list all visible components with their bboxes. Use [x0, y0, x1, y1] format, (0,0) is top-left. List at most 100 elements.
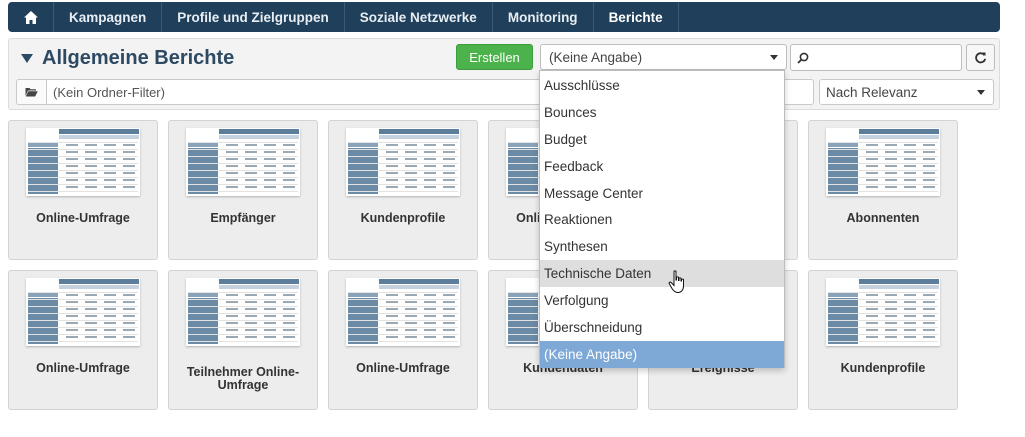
thumbnail-table-part: [904, 329, 916, 331]
thumbnail-table-part: [85, 315, 97, 317]
create-button[interactable]: Erstellen: [456, 44, 533, 70]
thumbnail-table-part: [866, 186, 878, 188]
report-thumbnail: [346, 278, 460, 346]
thumbnail-table-part: [828, 306, 938, 307]
thumbnail-table-part: [443, 308, 455, 310]
thumbnail-table-part: [188, 148, 218, 194]
thumbnail-table-part: [859, 279, 939, 284]
thumbnail-table-part: [66, 144, 78, 146]
category-select[interactable]: (Keine Angabe): [540, 44, 787, 70]
thumbnail-table-part: [283, 294, 295, 296]
search-input[interactable]: [790, 44, 962, 71]
report-card[interactable]: Kundenprofile: [328, 120, 478, 260]
thumbnail-table-part: [923, 144, 935, 146]
nav-item-berichte[interactable]: Berichte: [594, 2, 679, 32]
refresh-button[interactable]: [966, 44, 995, 71]
thumbnail-table-part: [283, 165, 295, 167]
thumbnail-table-part: [424, 336, 436, 338]
folder-button[interactable]: [16, 79, 46, 105]
sort-select-value: Nach Relevanz: [826, 84, 918, 100]
report-card-label: Teilnehmer Online-Umfrage: [186, 365, 300, 392]
report-card[interactable]: Teilnehmer Online-Umfrage: [168, 270, 318, 410]
thumbnail-table-part: [386, 186, 398, 188]
thumbnail-table-part: [188, 177, 298, 178]
thumbnail-table-part: [348, 327, 458, 328]
dropdown-option[interactable]: Reaktionen: [540, 206, 784, 233]
thumbnail-table-part: [28, 320, 138, 321]
nav-item-soziale-netzwerke[interactable]: Soziale Netzwerke: [345, 2, 493, 32]
thumbnail-table-part: [508, 298, 538, 344]
report-card[interactable]: Online-Umfrage: [328, 270, 478, 410]
thumbnail-table-part: [904, 144, 916, 146]
thumbnail-table-part: [386, 322, 398, 324]
dropdown-option-hovered[interactable]: Technische Daten: [540, 260, 784, 288]
thumbnail-table-part: [348, 184, 458, 185]
thumbnail-table-part: [264, 329, 276, 331]
thumbnail-table-part: [123, 186, 135, 188]
thumbnail-table-part: [264, 151, 276, 153]
search-icon: [797, 52, 809, 64]
thumbnail-table-part: [379, 135, 459, 139]
thumbnail-table-part: [904, 186, 916, 188]
thumbnail-table-part: [424, 315, 436, 317]
page-title[interactable]: Allgemeine Berichte: [21, 47, 234, 70]
thumbnail-table-part: [226, 151, 238, 153]
dropdown-option[interactable]: Bounces: [540, 99, 784, 126]
nav-item-monitoring[interactable]: Monitoring: [493, 2, 594, 32]
thumbnail-table-part: [123, 294, 135, 296]
thumbnail-table-part: [904, 179, 916, 181]
thumbnail-table-part: [405, 322, 417, 324]
thumbnail-table-part: [885, 294, 897, 296]
thumbnail-table-part: [443, 186, 455, 188]
nav-item-profile[interactable]: Profile und Zielgruppen: [162, 2, 345, 32]
thumbnail-table-part: [28, 163, 138, 164]
thumbnail-table-part: [923, 336, 935, 338]
report-card[interactable]: Abonnenten: [808, 120, 958, 260]
report-card-label: Empfänger: [210, 211, 276, 225]
report-card[interactable]: Online-Umfrage: [8, 120, 158, 260]
thumbnail-table-part: [866, 151, 878, 153]
thumbnail-table-part: [443, 151, 455, 153]
thumbnail-table-part: [348, 142, 458, 143]
thumbnail-table-part: [219, 279, 299, 284]
sort-select[interactable]: Nach Relevanz: [819, 79, 994, 105]
thumbnail-table-part: [283, 329, 295, 331]
report-card[interactable]: Kundenprofile: [808, 270, 958, 410]
dropdown-option[interactable]: Verfolgung: [540, 287, 784, 314]
thumbnail-table-part: [85, 308, 97, 310]
thumbnail-table-part: [245, 301, 257, 303]
thumbnail-table-part: [348, 334, 458, 335]
thumbnail-table-part: [226, 308, 238, 310]
home-button[interactable]: [8, 2, 54, 32]
nav-item-kampagnen[interactable]: Kampagnen: [54, 2, 163, 32]
thumbnail-table-part: [348, 306, 458, 307]
dropdown-option[interactable]: Überschneidung: [540, 314, 784, 341]
thumbnail-table-part: [66, 308, 78, 310]
dropdown-option[interactable]: Synthesen: [540, 233, 784, 260]
dropdown-option[interactable]: Feedback: [540, 153, 784, 180]
thumbnail-table-part: [859, 129, 939, 134]
report-card[interactable]: Online-Umfrage: [8, 270, 158, 410]
thumbnail-table-part: [885, 144, 897, 146]
report-thumbnail: [26, 278, 140, 346]
thumbnail-table-part: [885, 179, 897, 181]
thumbnail-table-part: [264, 165, 276, 167]
thumbnail-table-part: [226, 301, 238, 303]
thumbnail-table-part: [828, 341, 938, 342]
dropdown-option[interactable]: Ausschlüsse: [540, 72, 784, 99]
thumbnail-table-part: [104, 308, 116, 310]
main-nav: Kampagnen Profile und Zielgruppen Sozial…: [8, 2, 1000, 32]
dropdown-option[interactable]: Message Center: [540, 180, 784, 207]
thumbnail-table-part: [828, 142, 938, 143]
thumbnail-table-part: [348, 156, 458, 157]
thumbnail-table-part: [226, 322, 238, 324]
thumbnail-table-part: [405, 165, 417, 167]
thumbnail-table-part: [264, 172, 276, 174]
report-card[interactable]: Empfänger: [168, 120, 318, 260]
dropdown-option-selected[interactable]: (Keine Angabe): [540, 340, 784, 368]
dropdown-option[interactable]: Budget: [540, 126, 784, 153]
thumbnail-table-part: [405, 315, 417, 317]
thumbnail-table-part: [264, 294, 276, 296]
thumbnail-table-part: [59, 135, 139, 139]
thumbnail-table-part: [66, 165, 78, 167]
